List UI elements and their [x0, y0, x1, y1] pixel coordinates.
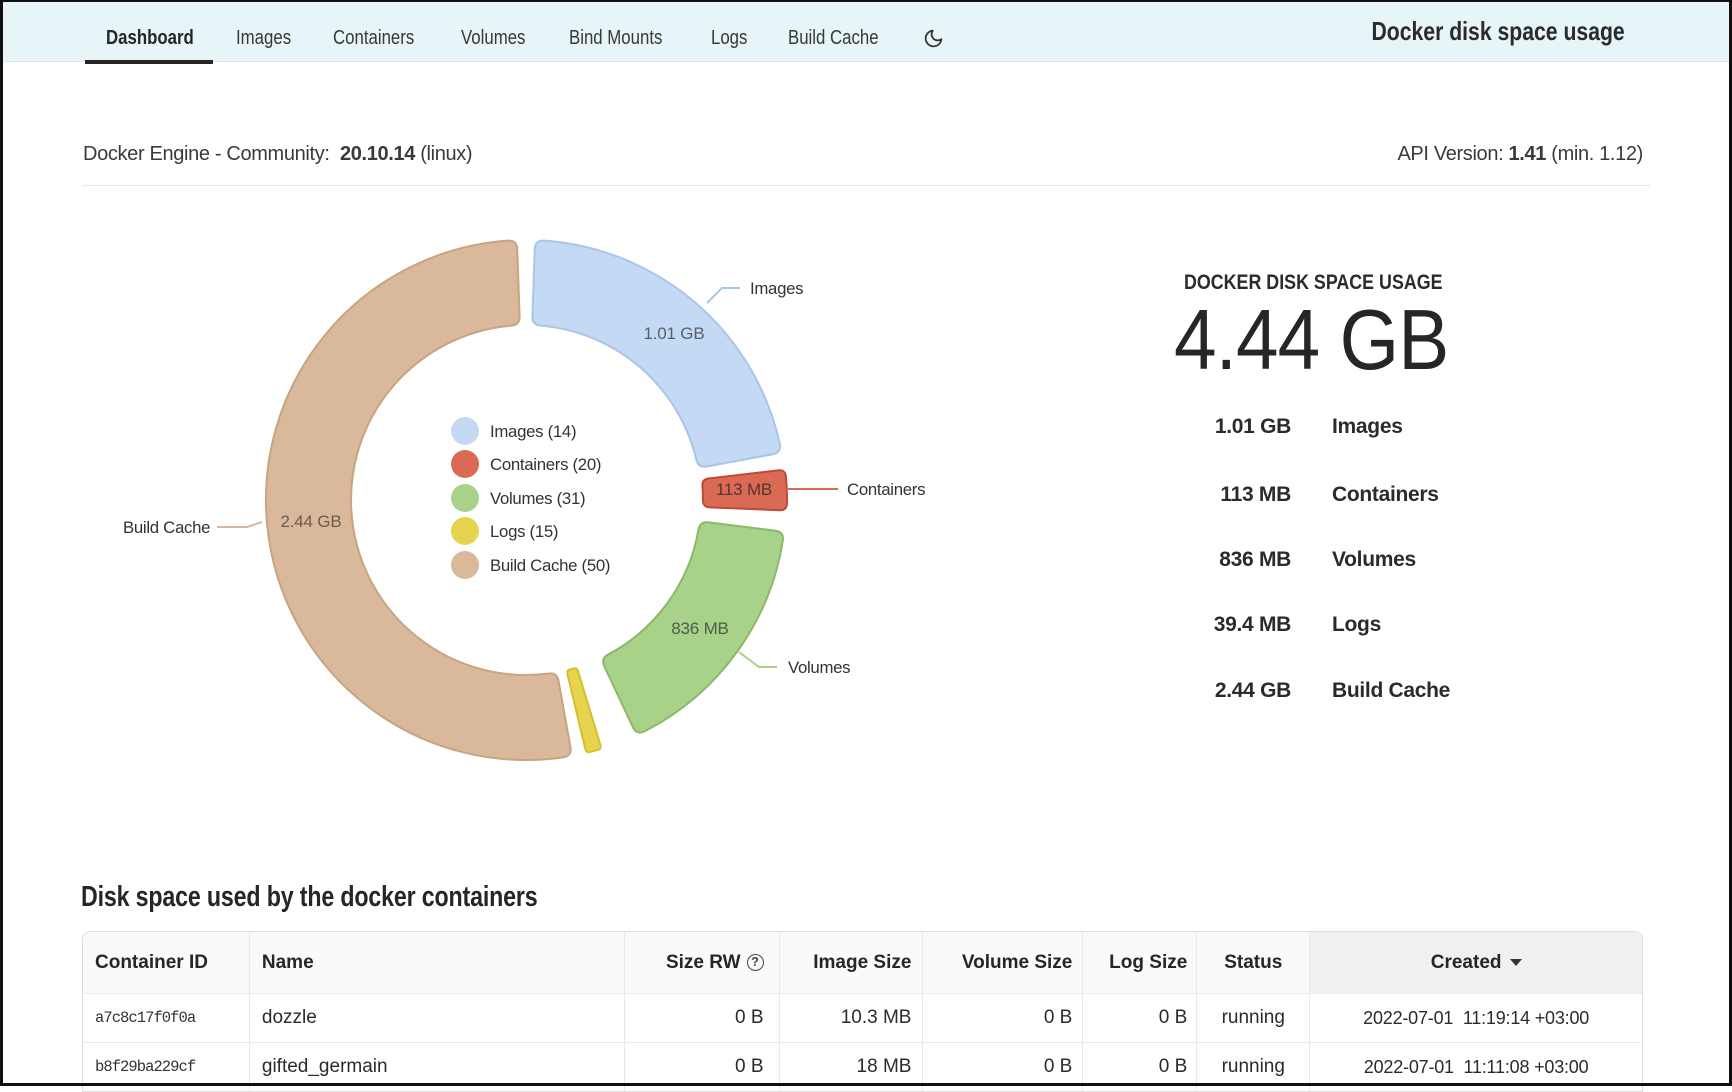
svg-text:1.01 GB: 1.01 GB	[644, 324, 705, 343]
svg-text:836 MB: 836 MB	[671, 619, 728, 638]
svg-text:Containers (20): Containers (20)	[490, 455, 601, 474]
svg-text:Volumes (31): Volumes (31)	[490, 489, 585, 508]
svg-text:Logs (15): Logs (15)	[490, 522, 558, 541]
svg-text:113 MB: 113 MB	[716, 480, 772, 499]
svg-text:Containers: Containers	[847, 480, 925, 499]
svg-text:Images (14): Images (14)	[490, 422, 576, 441]
svg-text:Images: Images	[750, 279, 803, 298]
svg-text:Build Cache (50): Build Cache (50)	[490, 556, 610, 575]
svg-text:Build Cache: Build Cache	[123, 518, 210, 537]
svg-text:2.44 GB: 2.44 GB	[281, 512, 342, 531]
svg-text:Volumes: Volumes	[788, 658, 850, 677]
